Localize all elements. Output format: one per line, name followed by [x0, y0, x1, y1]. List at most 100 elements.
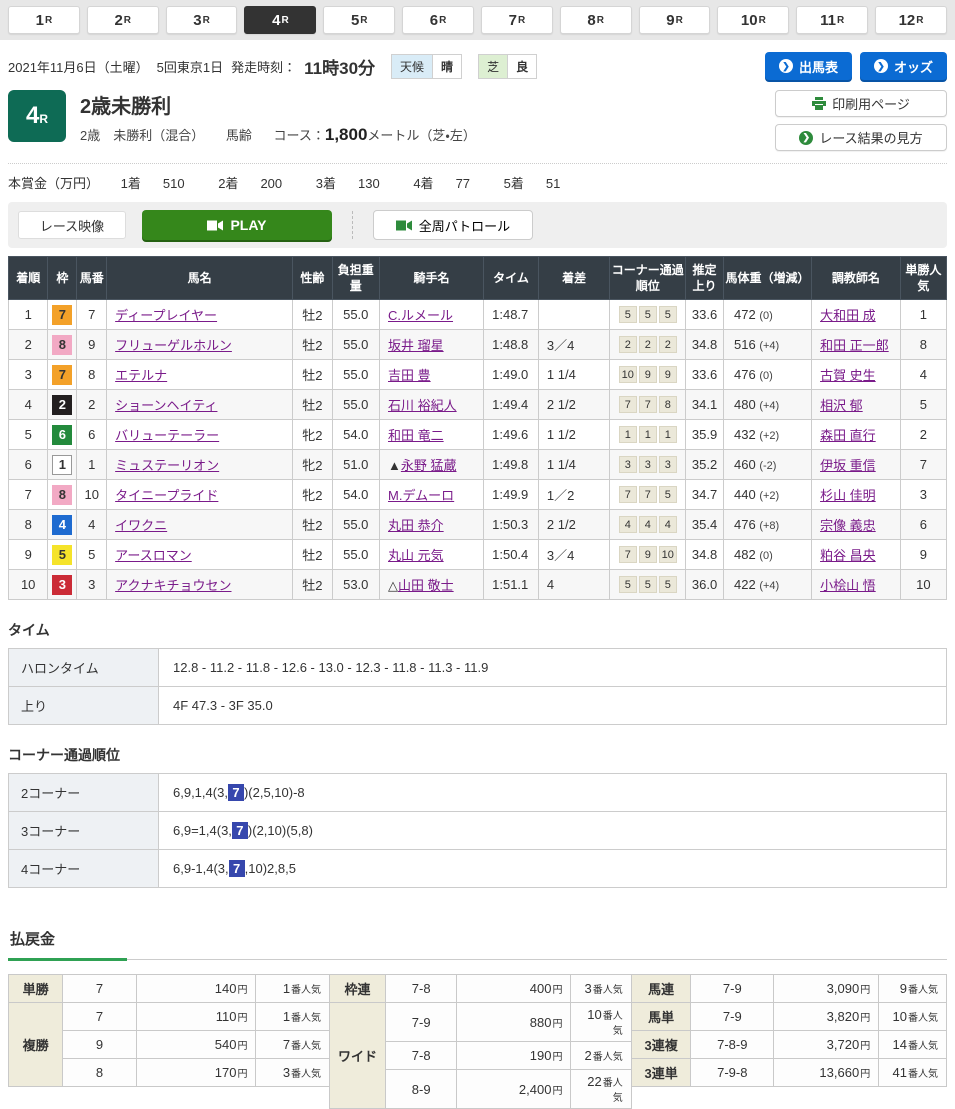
- time-table: ハロンタイム 12.8 - 11.2 - 11.8 - 12.6 - 13.0 …: [8, 648, 947, 725]
- horse-link[interactable]: タイニープライド: [115, 488, 218, 503]
- tab-race-7[interactable]: 7R: [481, 6, 553, 34]
- tab-race-5[interactable]: 5R: [323, 6, 395, 34]
- prize-item: 2着200: [218, 176, 306, 191]
- tab-race-3[interactable]: 3R: [166, 6, 238, 34]
- frame-number-badge: 7: [52, 365, 72, 385]
- race-condition-text: 2歳 未勝利（混合）: [80, 128, 204, 143]
- race-result-page: 1R 2R 3R 4R 5R 6R 7R 8R 9R 10R 11R 12R 2…: [0, 0, 955, 1109]
- prize-item: 1着510: [121, 176, 209, 191]
- trainer-link[interactable]: 大和田 成: [820, 308, 876, 323]
- highlighted-horse-number: 7: [228, 784, 244, 801]
- col-horse-number: 馬番: [77, 257, 107, 300]
- race-date: 2021年11月6日（土曜）: [8, 57, 149, 76]
- result-row-9: 9 5 5 アースロマン 牡2 55.0 丸山 元気 1:50.4 3／4 79…: [9, 540, 947, 570]
- trainer-link[interactable]: 粕谷 昌央: [820, 548, 876, 563]
- chevron-circle-icon: [874, 59, 888, 73]
- race-video-label: レース映像: [18, 211, 126, 239]
- trio-row: 3連複 7-8-9 3,720円 14番人気: [631, 1031, 946, 1059]
- patrol-video-button[interactable]: 全周パトロール: [373, 210, 533, 240]
- start-time-value: 11時30分: [304, 54, 375, 79]
- furlong-time-row: ハロンタイム 12.8 - 11.2 - 11.8 - 12.6 - 13.0 …: [9, 649, 947, 687]
- course-suffix: メートル（芝・左）: [367, 128, 475, 143]
- result-guide-button[interactable]: レース結果の見方: [775, 124, 947, 151]
- divider: [352, 211, 353, 239]
- result-row-5: 5 6 6 バリューテーラー 牝2 54.0 和田 竜二 1:49.6 1 1/…: [9, 420, 947, 450]
- trainer-link[interactable]: 宗像 義忠: [820, 518, 876, 533]
- tab-race-2[interactable]: 2R: [87, 6, 159, 34]
- trainer-link[interactable]: 杉山 佳明: [820, 488, 876, 503]
- jockey-link[interactable]: 丸山 元気: [388, 548, 444, 563]
- race-meta-row: 2021年11月6日（土曜） 5回東京1日 発走時刻：11時30分 天候 晴 芝…: [8, 52, 947, 80]
- horse-link[interactable]: ショーンヘイティ: [115, 398, 217, 413]
- jockey-link[interactable]: 石川 裕紀人: [388, 398, 457, 413]
- race-titles: 2歳未勝利 2歳 未勝利（混合） 馬齢 コース：1,800メートル（芝・左）: [66, 90, 775, 151]
- tab-race-1[interactable]: 1R: [8, 6, 80, 34]
- jockey-link[interactable]: 永野 猛蔵: [401, 458, 457, 473]
- jockey-link[interactable]: 山田 敬士: [398, 578, 454, 593]
- track-label: 芝: [479, 55, 507, 78]
- corner4-row: 4コーナー 6,9-1,4(3,7,10)2,8,5: [9, 850, 947, 888]
- race-age-rule: 馬齢: [226, 128, 252, 143]
- track-condition-badge: 芝 良: [478, 54, 537, 79]
- tab-race-9[interactable]: 9R: [639, 6, 711, 34]
- horse-link[interactable]: ミュステーリオン: [115, 458, 219, 473]
- time-section-title: タイム: [8, 620, 947, 640]
- payout-tables: 単勝 7 140円 1番人気 複勝 7 110円 1番人気 9 540円 7番人…: [8, 974, 947, 1109]
- trainer-link[interactable]: 相沢 郁: [820, 398, 863, 413]
- corner4-label: 4コーナー: [9, 850, 159, 888]
- corner2-row: 2コーナー 6,9,1,4(3,7)(2,5,10)-8: [9, 774, 947, 812]
- race-meeting: 5回東京1日: [157, 57, 223, 76]
- result-row-2: 2 8 9 フリューゲルホルン 牡2 55.0 坂井 瑠星 1:48.8 3／4…: [9, 330, 947, 360]
- col-sex-age: 性齢: [293, 257, 332, 300]
- odds-button[interactable]: オッズ: [860, 52, 947, 80]
- horse-link[interactable]: バリューテーラー: [115, 428, 219, 443]
- video-panel: レース映像 PLAY 全周パトロール: [8, 202, 947, 248]
- payout-title: 払戻金: [8, 928, 127, 961]
- side-buttons: 印刷用ページ レース結果の見方: [775, 90, 947, 151]
- entry-table-button[interactable]: 出馬表: [765, 52, 852, 80]
- course-label: コース：: [274, 128, 325, 143]
- col-finish: 着順: [9, 257, 48, 300]
- trainer-link[interactable]: 小桧山 悟: [820, 578, 876, 593]
- corner3-value: 6,9=1,4(3,7)(2,10)(5,8): [159, 812, 947, 850]
- highlighted-horse-number: 7: [232, 822, 248, 839]
- frame-number-badge: 8: [52, 335, 72, 355]
- corner4-value: 6,9-1,4(3,7,10)2,8,5: [159, 850, 947, 888]
- horse-link[interactable]: アクナキチョウセン: [115, 578, 231, 593]
- jockey-link[interactable]: C.ルメール: [388, 308, 453, 323]
- col-trainer: 調教師名: [812, 257, 901, 300]
- result-row-6: 6 1 1 ミュステーリオン 牝2 51.0 ▲永野 猛蔵 1:49.8 1 1…: [9, 450, 947, 480]
- print-page-button[interactable]: 印刷用ページ: [775, 90, 947, 117]
- video-camera-icon: [207, 220, 223, 231]
- race-results-table: 着順 枠 馬番 馬名 性齢 負担重量 騎手名 タイム 着差 コーナー通過順位 推…: [8, 256, 947, 600]
- tab-race-4-active[interactable]: 4R: [244, 6, 316, 34]
- horse-link[interactable]: イワクニ: [115, 518, 167, 533]
- course-distance: 1,800: [325, 125, 368, 144]
- tab-race-10[interactable]: 10R: [717, 6, 789, 34]
- jockey-link[interactable]: 坂井 瑠星: [388, 338, 444, 353]
- race-meta-info: 2021年11月6日（土曜） 5回東京1日 発走時刻：11時30分 天候 晴 芝…: [8, 52, 537, 79]
- horse-link[interactable]: アースロマン: [115, 548, 192, 563]
- jockey-link[interactable]: 吉田 豊: [388, 368, 431, 383]
- weather-badge: 天候 晴: [391, 54, 462, 79]
- frame-number-badge: 7: [52, 305, 72, 325]
- jockey-link[interactable]: 和田 竜二: [388, 428, 444, 443]
- trainer-link[interactable]: 和田 正一郎: [820, 338, 889, 353]
- tab-race-11[interactable]: 11R: [796, 6, 868, 34]
- jockey-link[interactable]: M.デムーロ: [388, 488, 454, 503]
- trainer-link[interactable]: 森田 直行: [820, 428, 876, 443]
- race-name: 2歳未勝利: [80, 90, 775, 119]
- tab-race-6[interactable]: 6R: [402, 6, 474, 34]
- horse-link[interactable]: エテルナ: [115, 368, 167, 383]
- tab-race-8[interactable]: 8R: [560, 6, 632, 34]
- trainer-link[interactable]: 古賀 史生: [820, 368, 876, 383]
- jockey-link[interactable]: 丸田 恭介: [388, 518, 444, 533]
- payout-table-bracket-wide: 枠連 7-8 400円 3番人気 ワイド 7-9 880円 10番人気 7-8 …: [329, 974, 632, 1109]
- horse-link[interactable]: ディープレイヤー: [115, 308, 217, 323]
- play-button[interactable]: PLAY: [142, 210, 332, 240]
- trainer-link[interactable]: 伊坂 重信: [820, 458, 876, 473]
- highlighted-horse-number: 7: [229, 860, 245, 877]
- tab-race-12[interactable]: 12R: [875, 6, 947, 34]
- horse-link[interactable]: フリューゲルホルン: [115, 338, 232, 353]
- race-title-block: 4R 2歳未勝利 2歳 未勝利（混合） 馬齢 コース：1,800メートル（芝・左…: [8, 90, 947, 151]
